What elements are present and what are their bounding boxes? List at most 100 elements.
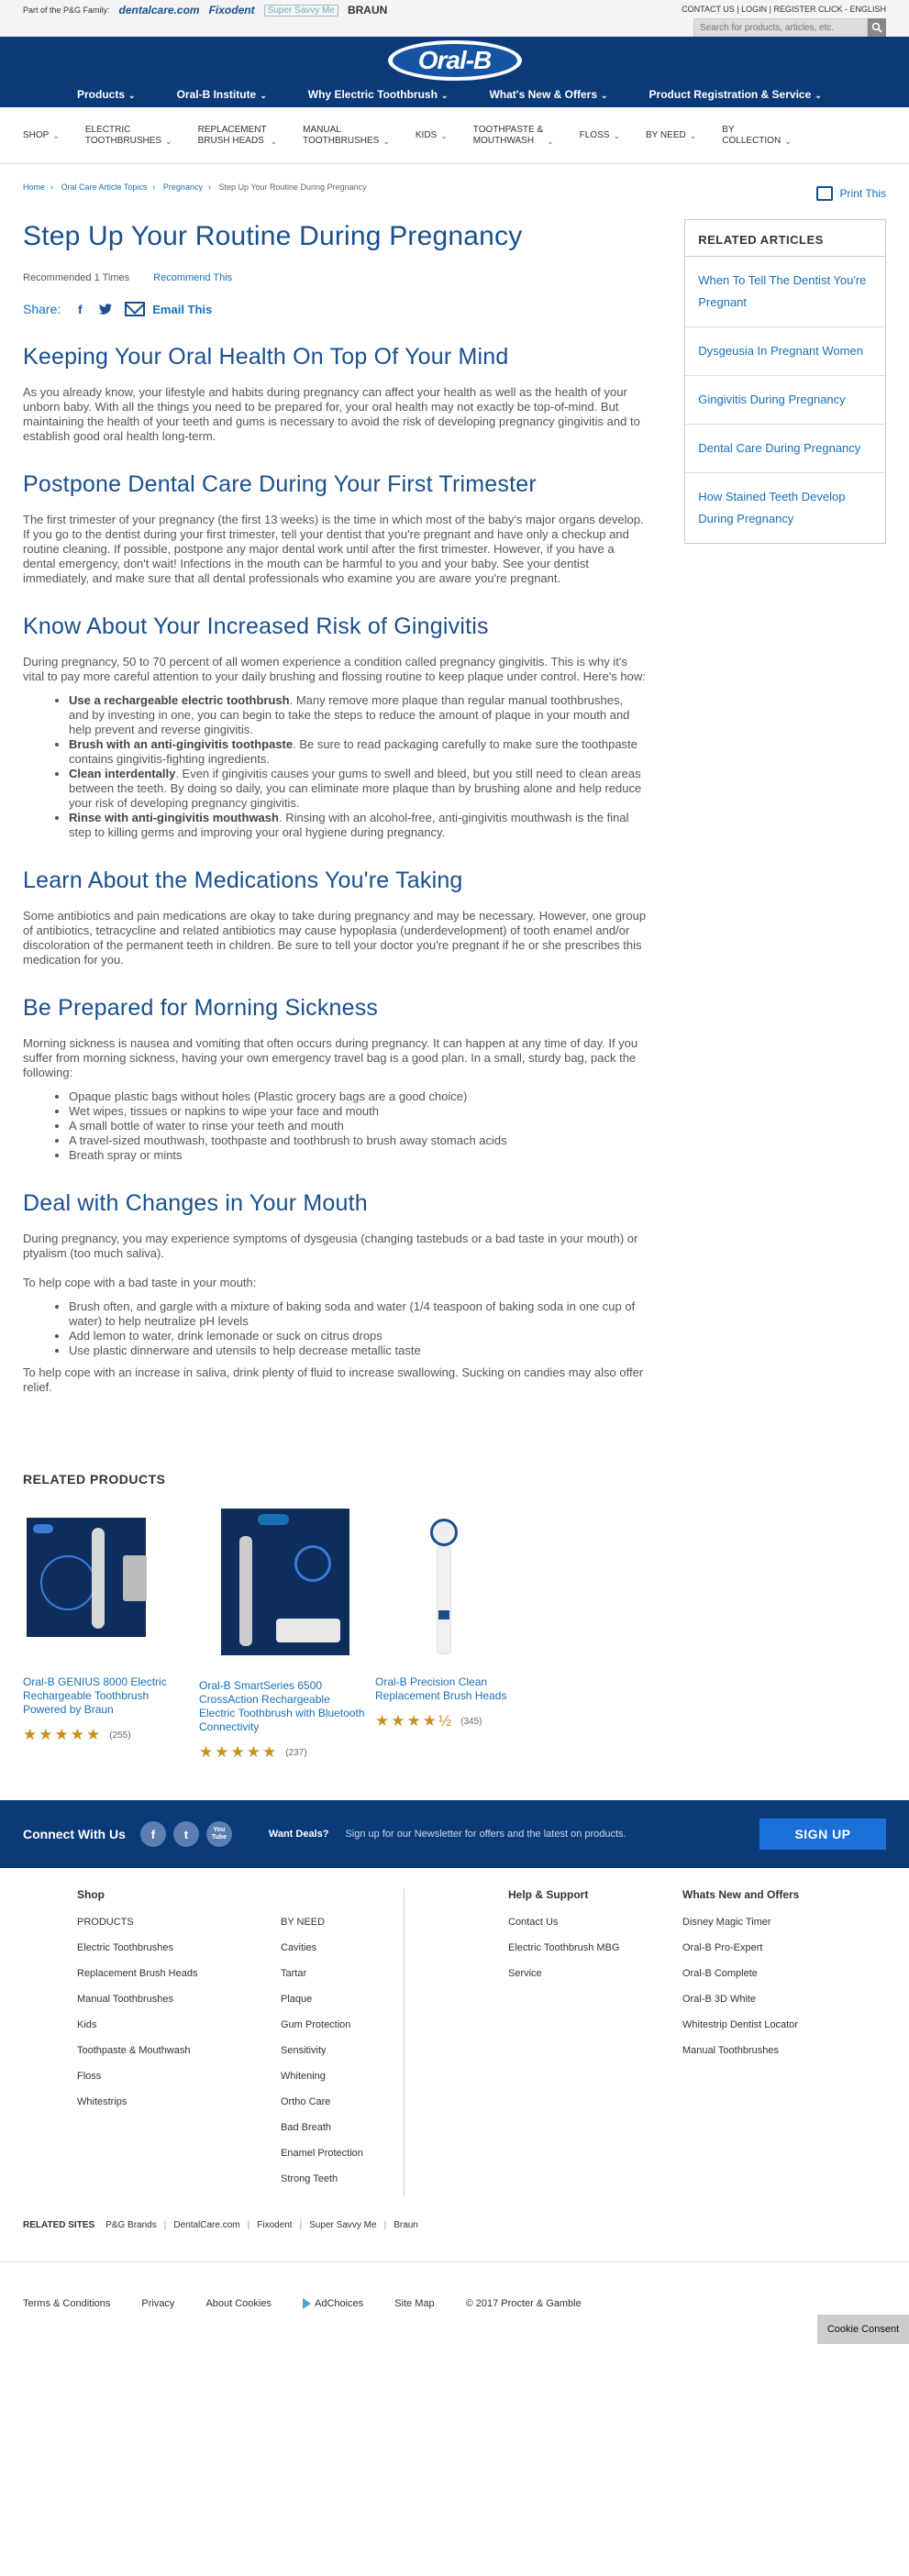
product-card[interactable]: Oral-B Precision Clean Replacement Brush…: [375, 1509, 542, 1762]
subnav-kids[interactable]: KIDS ⌄: [416, 130, 448, 141]
footer-link[interactable]: Contact Us: [508, 1914, 682, 1930]
youtube-icon[interactable]: You Tube: [205, 1821, 232, 1847]
nav-oral-b-institute[interactable]: Oral-B Institute ⌄: [177, 88, 267, 101]
footer-link[interactable]: Strong Teeth: [281, 2171, 404, 2187]
list-item: Rinse with anti-gingivitis mouthwash. Ri…: [69, 811, 646, 840]
facebook-icon[interactable]: f: [73, 303, 86, 316]
product-card[interactable]: Oral-B SmartSeries 6500 CrossAction Rech…: [199, 1509, 366, 1762]
search-input[interactable]: [693, 18, 868, 37]
subnav-manual-toothbrushes[interactable]: MANUAL TOOTHBRUSHES ⌄: [303, 125, 390, 147]
footer-link[interactable]: Electric Toothbrush MBG: [508, 1940, 682, 1956]
account-links[interactable]: CONTACT US | LOGIN | REGISTER CLICK - EN…: [682, 0, 886, 17]
review-count[interactable]: (237): [285, 1748, 306, 1758]
product-card[interactable]: Oral-B GENIUS 8000 Electric Rechargeable…: [23, 1509, 190, 1762]
site-map-link[interactable]: Site Map: [394, 2298, 434, 2309]
review-count[interactable]: (255): [109, 1730, 130, 1741]
footer-link[interactable]: Whitestrip Dentist Locator: [682, 2017, 848, 2033]
brand-dentalcare[interactable]: dentalcare.com: [119, 4, 200, 17]
footer-link[interactable]: Enamel Protection: [281, 2145, 404, 2161]
product-name[interactable]: Oral-B Precision Clean Replacement Brush…: [375, 1675, 542, 1703]
breadcrumb-topics[interactable]: Oral Care Article Topics: [61, 182, 148, 192]
footer-link[interactable]: Oral-B 3D White: [682, 1991, 848, 2007]
privacy-link[interactable]: Privacy: [141, 2298, 174, 2309]
search-icon[interactable]: [868, 18, 886, 37]
footer-link[interactable]: Kids: [77, 2017, 281, 2033]
list-item: Brush with an anti-gingivitis toothpaste…: [69, 737, 646, 767]
footer-link[interactable]: Manual Toothbrushes: [77, 1991, 281, 2007]
related-site-link[interactable]: Fixodent: [257, 2220, 292, 2230]
adchoices-link[interactable]: AdChoices: [302, 2297, 363, 2309]
brand-braun[interactable]: BRAUN: [348, 4, 387, 17]
related-site-link[interactable]: DentalCare.com: [173, 2220, 239, 2230]
subnav-toothpaste-mouthwash[interactable]: TOOTHPASTE & MOUTHWASH ⌄: [473, 125, 554, 147]
footer-link[interactable]: Tartar: [281, 1965, 404, 1982]
facebook-icon[interactable]: f: [139, 1821, 166, 1847]
signup-button[interactable]: SIGN UP: [759, 1819, 886, 1850]
related-site-link[interactable]: P&G Brands: [105, 2220, 157, 2230]
twitter-icon[interactable]: [99, 303, 113, 315]
footer-link[interactable]: Ortho Care: [281, 2094, 404, 2110]
related-article-link[interactable]: Gingivitis During Pregnancy: [685, 376, 885, 425]
about-cookies-link[interactable]: About Cookies: [205, 2298, 272, 2309]
subnav-replacement-brush-heads[interactable]: REPLACEMENT BRUSH HEADS ⌄: [198, 125, 278, 147]
section-heading: Postpone Dental Care During Your First T…: [23, 471, 537, 497]
terms-link[interactable]: Terms & Conditions: [23, 2298, 110, 2309]
footer-link[interactable]: Service: [508, 1965, 682, 1982]
list-item: Wet wipes, tissues or napkins to wipe yo…: [69, 1104, 646, 1119]
oral-b-logo[interactable]: Oral-B: [387, 40, 522, 81]
subnav-electric-toothbrushes[interactable]: ELECTRIC TOOTHBRUSHES ⌄: [85, 125, 172, 147]
product-name[interactable]: Oral-B SmartSeries 6500 CrossAction Rech…: [199, 1679, 366, 1734]
email-this-link[interactable]: Email This: [152, 303, 212, 316]
footer-link[interactable]: Whitening: [281, 2068, 404, 2084]
recommend-this-link[interactable]: Recommend This: [153, 272, 232, 283]
nav-products[interactable]: Products ⌄: [77, 88, 136, 101]
related-site-link[interactable]: Super Savvy Me: [309, 2220, 376, 2230]
footer-link[interactable]: Toothpaste & Mouthwash: [77, 2042, 281, 2059]
footer-link[interactable]: Manual Toothbrushes: [682, 2042, 848, 2059]
social-links: f t You Tube: [139, 1821, 232, 1847]
footer-link[interactable]: Floss: [77, 2068, 281, 2084]
subnav-shop[interactable]: SHOP ⌄: [23, 130, 60, 141]
breadcrumb-row: Home › Oral Care Article Topics › Pregnanc…: [0, 164, 909, 201]
subnav-by-collection[interactable]: BY COLLECTION ⌄: [722, 125, 791, 147]
product-name[interactable]: Oral-B GENIUS 8000 Electric Rechargeable…: [23, 1675, 190, 1717]
subnav-floss[interactable]: FLOSS ⌄: [580, 130, 620, 141]
print-button[interactable]: Print This: [815, 186, 886, 201]
footer-link[interactable]: BY NEED: [281, 1914, 404, 1930]
review-count[interactable]: (345): [460, 1717, 482, 1727]
breadcrumb-pregnancy[interactable]: Pregnancy: [163, 182, 203, 192]
footer-link[interactable]: Oral-B Complete: [682, 1965, 848, 1982]
subnav-by-need[interactable]: BY NEED ⌄: [646, 130, 696, 141]
related-site-link[interactable]: Braun: [394, 2220, 418, 2230]
chevron-right-icon: ›: [152, 182, 156, 192]
related-article-link[interactable]: How Stained Teeth Develop During Pregnan…: [685, 473, 885, 543]
footer-link[interactable]: Replacement Brush Heads: [77, 1965, 281, 1982]
footer-link[interactable]: Sensitivity: [281, 2042, 404, 2059]
product-image[interactable]: [375, 1509, 542, 1666]
footer-link[interactable]: Disney Magic Timer: [682, 1914, 848, 1930]
footer-link[interactable]: Gum Protection: [281, 2017, 404, 2033]
related-article-link[interactable]: When To Tell The Dentist You're Pregnant: [685, 257, 885, 327]
product-image[interactable]: [199, 1509, 366, 1666]
footer-link[interactable]: Bad Breath: [281, 2119, 404, 2136]
footer-link[interactable]: Whitestrips: [77, 2094, 281, 2110]
copyright: © 2017 Procter & Gamble: [465, 2297, 582, 2309]
product-image[interactable]: [23, 1509, 190, 1666]
nav-product-registration[interactable]: Product Registration & Service ⌄: [649, 88, 822, 101]
footer-link[interactable]: Oral-B Pro-Expert: [682, 1940, 848, 1956]
footer-link[interactable]: PRODUCTS: [77, 1914, 281, 1930]
footer-link[interactable]: Cavities: [281, 1940, 404, 1956]
nav-why-electric[interactable]: Why Electric Toothbrush ⌄: [308, 88, 449, 101]
related-article-link[interactable]: Dysgeusia In Pregnant Women: [685, 327, 885, 376]
footer-link[interactable]: Plaque: [281, 1991, 404, 2007]
footer-heading: Help & Support: [508, 1888, 589, 1901]
nav-whats-new[interactable]: What's New & Offers ⌄: [489, 88, 607, 101]
brand-fixodent[interactable]: Fixodent: [209, 4, 255, 17]
footer-link[interactable]: Electric Toothbrushes: [77, 1940, 281, 1956]
breadcrumb-home[interactable]: Home: [23, 182, 45, 192]
twitter-icon[interactable]: t: [172, 1821, 199, 1847]
related-article-link[interactable]: Dental Care During Pregnancy: [685, 425, 885, 473]
email-icon[interactable]: [125, 302, 146, 316]
brand-supersavvyme[interactable]: Super Savvy Me: [263, 4, 338, 17]
cookie-consent-button[interactable]: Cookie Consent: [817, 2315, 909, 2344]
